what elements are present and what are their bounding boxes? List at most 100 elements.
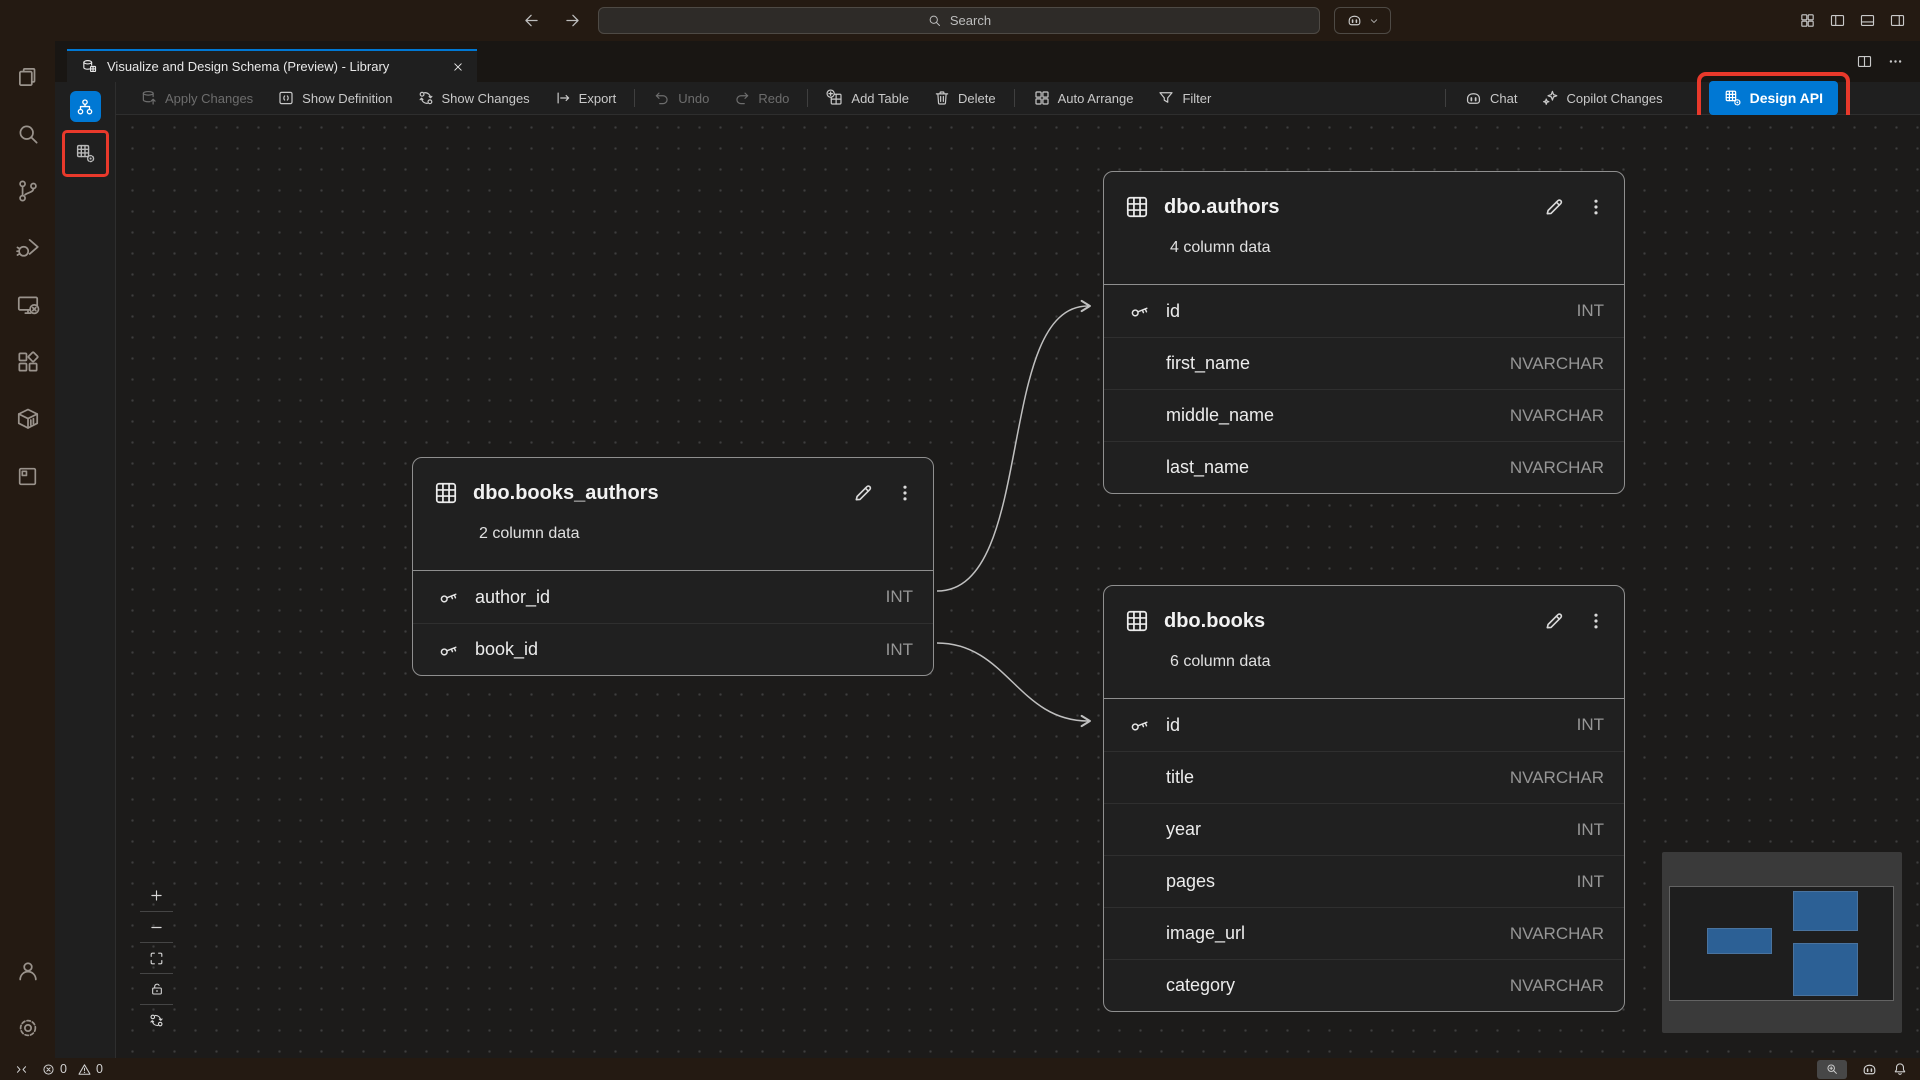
edit-table-button[interactable] bbox=[1542, 609, 1566, 633]
status-bar: 0 0 bbox=[0, 1058, 1920, 1080]
changes-icon bbox=[417, 89, 435, 107]
table-icon bbox=[1124, 194, 1150, 220]
sync-changes-button[interactable] bbox=[140, 1004, 173, 1035]
tab-visualize-schema[interactable]: Visualize and Design Schema (Preview) - … bbox=[67, 49, 477, 82]
problems-indicator[interactable]: 0 0 bbox=[41, 1062, 103, 1077]
highlight-box-table-designer bbox=[62, 130, 109, 177]
customize-layout-icon[interactable] bbox=[1799, 12, 1816, 29]
toolbar-separator bbox=[807, 89, 808, 107]
bell-icon[interactable] bbox=[1892, 1061, 1908, 1077]
toggle-secondary-sidebar-icon[interactable] bbox=[1889, 12, 1906, 29]
column-row[interactable]: id INT bbox=[1104, 699, 1624, 751]
account-button[interactable] bbox=[8, 951, 48, 991]
show-definition-button[interactable]: Show Definition bbox=[265, 82, 404, 115]
lock-button[interactable] bbox=[140, 973, 173, 1004]
column-row[interactable]: year INT bbox=[1104, 803, 1624, 855]
column-count: 2 column data bbox=[479, 525, 915, 543]
table-menu-button[interactable] bbox=[1586, 611, 1606, 631]
sidebar-item-run-debug[interactable] bbox=[8, 228, 48, 268]
undo-button[interactable]: Undo bbox=[641, 82, 721, 115]
sidebar-item-explorer[interactable] bbox=[8, 57, 48, 97]
table-node-books[interactable]: dbo.books 6 column data id INT title NVA… bbox=[1103, 585, 1625, 1012]
primary-key-icon bbox=[1124, 300, 1156, 322]
sidebar-item-source-control[interactable] bbox=[8, 171, 48, 211]
column-row[interactable]: last_name NVARCHAR bbox=[1104, 441, 1624, 493]
primary-key-icon bbox=[433, 586, 465, 608]
edit-table-button[interactable] bbox=[851, 481, 875, 505]
sidebar-item-search[interactable] bbox=[8, 114, 48, 154]
sidebar-item-remote-explorer[interactable] bbox=[8, 285, 48, 325]
copilot-icon bbox=[1346, 12, 1363, 29]
table-menu-button[interactable] bbox=[895, 483, 915, 503]
show-changes-button[interactable]: Show Changes bbox=[405, 82, 542, 115]
copilot-menu-button[interactable] bbox=[1334, 7, 1391, 34]
account-icon bbox=[15, 958, 41, 984]
toggle-panel-icon[interactable] bbox=[1859, 12, 1876, 29]
vscode-window: Search Visualize and Design Schema (Prev bbox=[0, 0, 1920, 1080]
split-editor-icon[interactable] bbox=[1856, 53, 1873, 70]
column-row[interactable]: title NVARCHAR bbox=[1104, 751, 1624, 803]
search-input[interactable]: Search bbox=[598, 7, 1320, 34]
delete-button[interactable]: Delete bbox=[921, 82, 1008, 115]
column-row[interactable]: book_id INT bbox=[413, 623, 933, 675]
sidebar-item-extensions[interactable] bbox=[8, 342, 48, 382]
search-icon bbox=[927, 13, 942, 28]
back-icon[interactable] bbox=[522, 11, 541, 30]
primary-key-icon bbox=[1124, 714, 1156, 736]
export-button[interactable]: Export bbox=[542, 82, 629, 115]
forward-icon[interactable] bbox=[563, 11, 582, 30]
more-actions-icon[interactable] bbox=[1887, 53, 1904, 70]
copilot-changes-button[interactable]: Copilot Changes bbox=[1529, 82, 1674, 115]
copilot-status-icon[interactable] bbox=[1861, 1061, 1878, 1078]
files-icon bbox=[15, 64, 41, 90]
table-node-books-authors[interactable]: dbo.books_authors 2 column data author_i… bbox=[412, 457, 934, 676]
visualize-schema-tool-button[interactable] bbox=[70, 91, 101, 122]
auto-arrange-button[interactable]: Auto Arrange bbox=[1021, 82, 1146, 115]
extensions-icon bbox=[15, 349, 41, 375]
apply-changes-button[interactable]: Apply Changes bbox=[128, 82, 265, 115]
edge-books-authors-to-authors bbox=[937, 306, 1088, 591]
add-table-button[interactable]: Add Table bbox=[814, 82, 921, 115]
settings-button[interactable] bbox=[8, 1008, 48, 1048]
zoom-out-button[interactable] bbox=[140, 911, 173, 942]
schema-canvas[interactable]: dbo.authors 4 column data id INT first_n… bbox=[116, 115, 1920, 1058]
sparkle-icon bbox=[1541, 89, 1559, 107]
remote-indicator[interactable] bbox=[14, 1062, 29, 1077]
edit-table-button[interactable] bbox=[1542, 195, 1566, 219]
close-icon[interactable] bbox=[451, 60, 465, 74]
table-name: dbo.books_authors bbox=[473, 482, 837, 505]
column-row[interactable]: author_id INT bbox=[413, 571, 933, 623]
column-row[interactable]: id INT bbox=[1104, 285, 1624, 337]
error-count: 0 bbox=[60, 1062, 67, 1076]
sidebar-item-containers[interactable] bbox=[8, 399, 48, 439]
arrange-icon bbox=[1033, 89, 1051, 107]
zoom-in-button[interactable] bbox=[140, 880, 173, 911]
design-api-button[interactable]: Design API bbox=[1709, 81, 1838, 115]
toolbar-separator bbox=[634, 89, 635, 107]
redo-button[interactable]: Redo bbox=[721, 82, 801, 115]
sidebar-item-database-projects[interactable] bbox=[8, 456, 48, 496]
table-icon bbox=[1124, 608, 1150, 634]
column-row[interactable]: first_name NVARCHAR bbox=[1104, 337, 1624, 389]
gear-icon bbox=[15, 1015, 41, 1041]
filter-button[interactable]: Filter bbox=[1145, 82, 1223, 115]
column-row[interactable]: pages INT bbox=[1104, 855, 1624, 907]
search-placeholder: Search bbox=[950, 13, 991, 28]
minimap-node-books bbox=[1793, 943, 1858, 996]
column-row[interactable]: category NVARCHAR bbox=[1104, 959, 1624, 1011]
edge-books-authors-to-books bbox=[937, 643, 1088, 721]
zoom-status-button[interactable] bbox=[1817, 1060, 1847, 1079]
minimap[interactable] bbox=[1662, 852, 1902, 1033]
minimap-node-books-authors bbox=[1707, 928, 1772, 954]
column-row[interactable]: middle_name NVARCHAR bbox=[1104, 389, 1624, 441]
fit-view-button[interactable] bbox=[140, 942, 173, 973]
copilot-icon bbox=[1464, 89, 1483, 108]
table-menu-button[interactable] bbox=[1586, 197, 1606, 217]
table-designer-tool-button[interactable] bbox=[70, 138, 101, 169]
column-row[interactable]: image_url NVARCHAR bbox=[1104, 907, 1624, 959]
chat-button[interactable]: Chat bbox=[1452, 82, 1529, 115]
toggle-sidebar-icon[interactable] bbox=[1829, 12, 1846, 29]
remote-explorer-icon bbox=[15, 292, 41, 318]
table-node-authors[interactable]: dbo.authors 4 column data id INT first_n… bbox=[1103, 171, 1625, 494]
database-project-icon bbox=[15, 464, 40, 489]
